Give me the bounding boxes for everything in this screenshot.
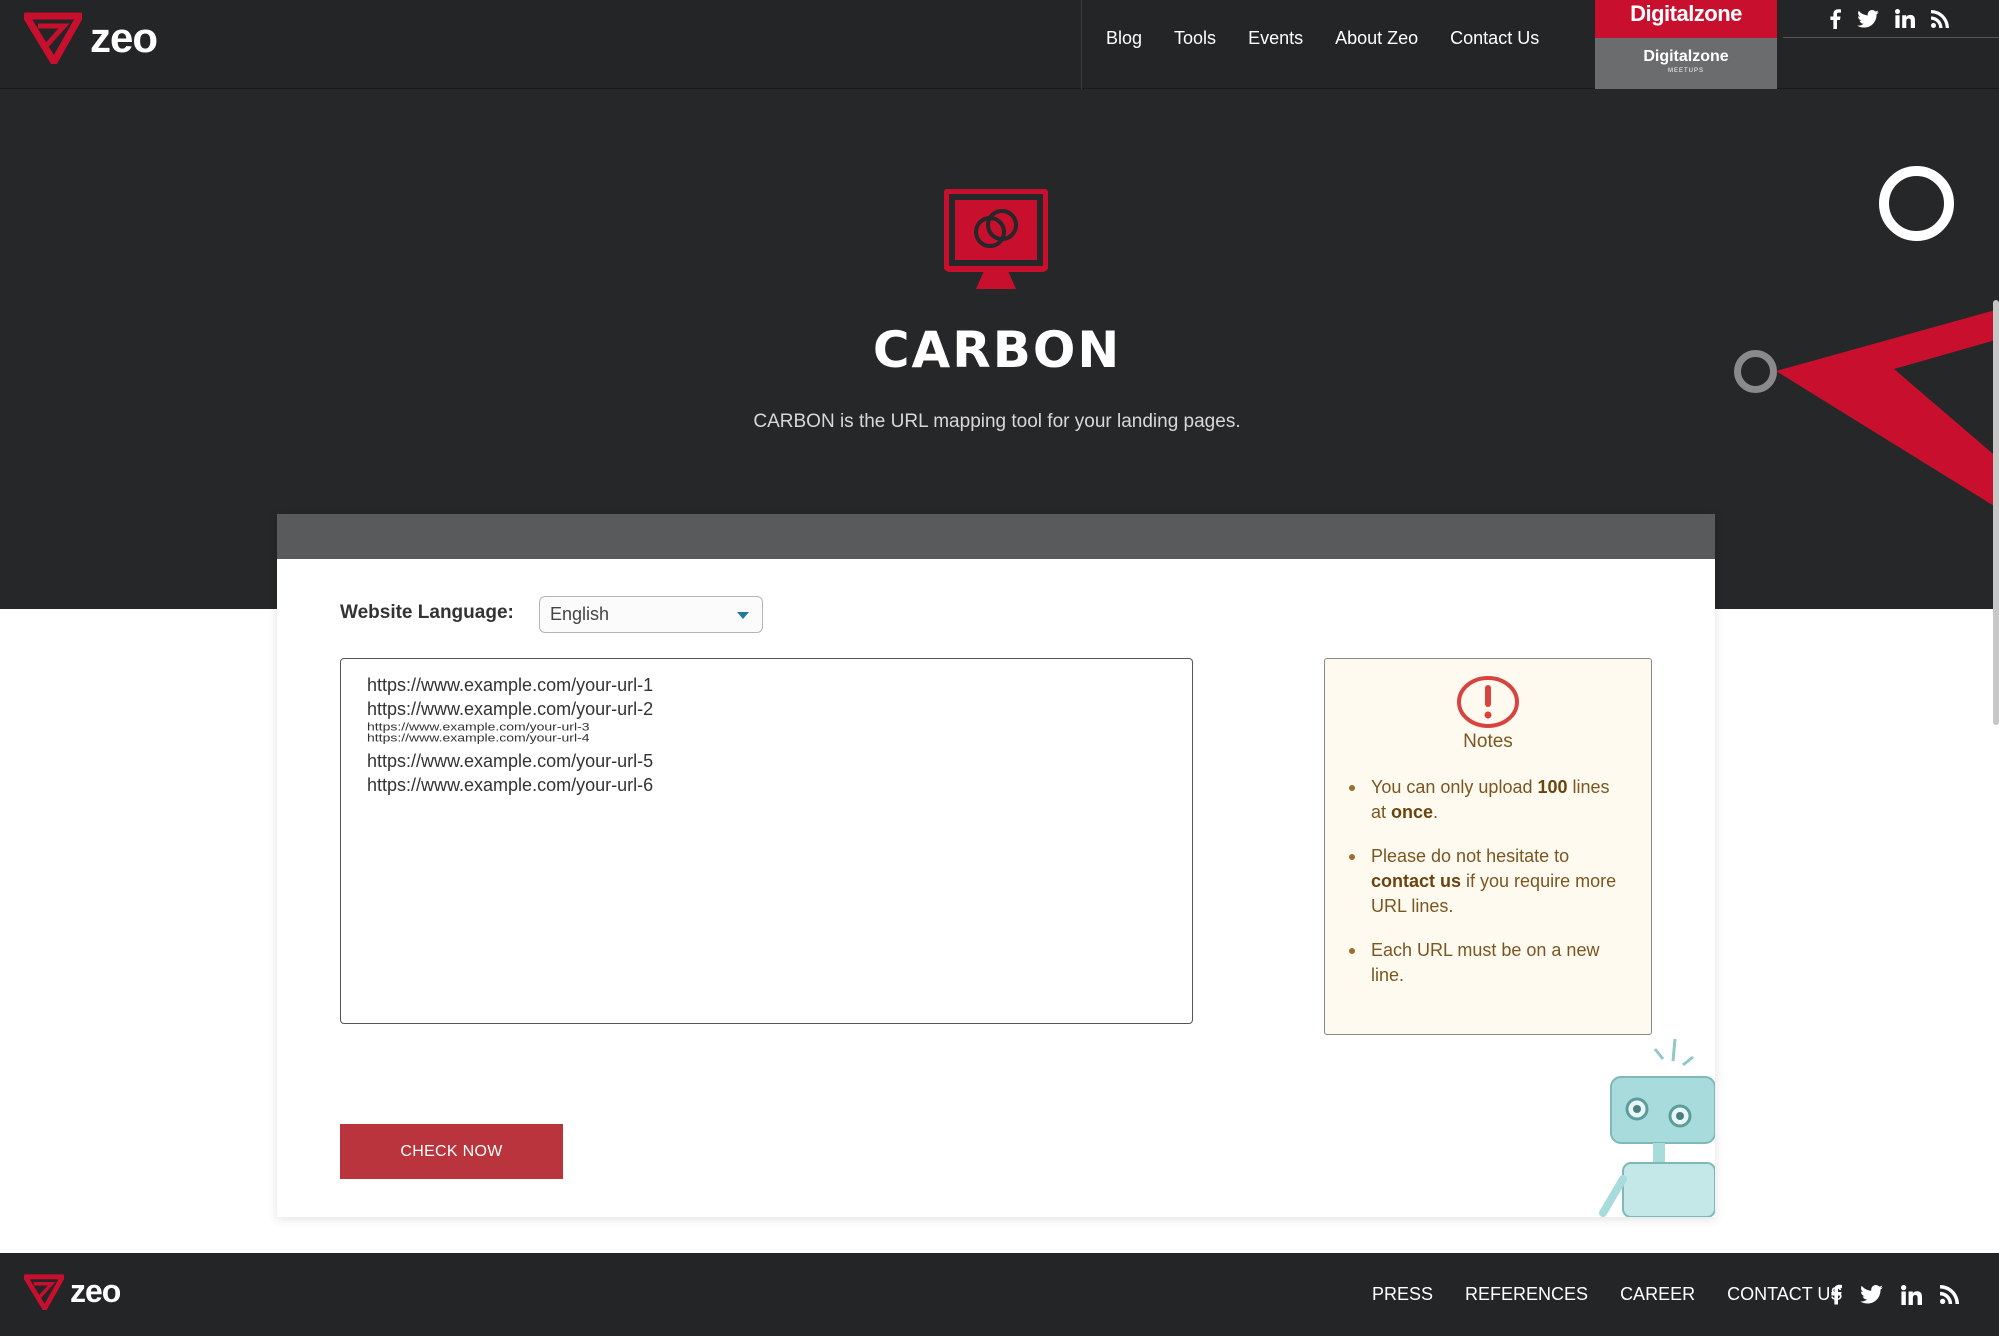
top-navbar: zeo Blog Tools Events About Zeo Contact … <box>0 0 1999 89</box>
contact-us-link[interactable]: contact us <box>1371 871 1461 891</box>
main-nav: Blog Tools Events About Zeo Contact Us <box>1106 0 1539 77</box>
page-title: CARBON <box>872 321 1122 379</box>
nav-tools[interactable]: Tools <box>1174 28 1216 49</box>
robot-illustration-icon <box>1599 1038 1715 1217</box>
notes-panel: Notes You can only upload 100 lines at o… <box>1324 658 1652 1035</box>
url-line: https://www.example.com/your-url-4 <box>367 731 590 744</box>
note-item: You can only upload 100 lines at once. <box>1347 775 1629 825</box>
nav-blog[interactable]: Blog <box>1106 28 1142 49</box>
twitter-icon[interactable] <box>1860 1285 1883 1304</box>
footer-nav-career[interactable]: CAREER <box>1620 1284 1695 1305</box>
card-header <box>277 514 1715 559</box>
notes-title: Notes <box>1463 731 1513 752</box>
url-line: https://www.example.com/your-url-5 <box>367 751 654 771</box>
url-line: https://www.example.com/your-url-1 <box>367 675 654 695</box>
linkedin-icon[interactable] <box>1901 1284 1922 1305</box>
header-social <box>1783 0 1999 38</box>
logo-text: zeo <box>90 14 158 61</box>
linkedin-icon[interactable] <box>1895 9 1915 28</box>
language-select-value: English <box>550 604 610 624</box>
zeo-logo[interactable]: zeo <box>24 12 158 64</box>
notes-list: You can only upload 100 lines at once. P… <box>1347 775 1629 988</box>
url-line: https://www.example.com/your-url-3 <box>367 720 590 733</box>
tool-card: Website Language: English https://www.ex… <box>277 514 1715 1217</box>
zeo-logo-mark-icon <box>24 12 82 64</box>
twitter-icon[interactable] <box>1857 9 1879 28</box>
footer-nav-references[interactable]: REFERENCES <box>1465 1284 1588 1305</box>
monitor-link-icon <box>944 189 1048 289</box>
language-select[interactable]: English <box>539 596 763 633</box>
footer: zeo PRESS REFERENCES CAREER CONTACT US <box>0 1253 1999 1336</box>
rss-icon[interactable] <box>1940 1285 1959 1304</box>
nav-contact-us[interactable]: Contact Us <box>1450 28 1539 49</box>
nav-divider <box>1081 0 1082 89</box>
digitalzone-meetups-small: MEETUPS <box>1667 68 1704 74</box>
digitalzone-box: Digitalzone Digitalzone MEETUPS <box>1595 0 1777 89</box>
footer-nav-press[interactable]: PRESS <box>1372 1284 1433 1305</box>
page-scrollbar[interactable] <box>1993 300 1999 725</box>
digitalzone-meetups-text: Digitalzone <box>1643 48 1729 65</box>
footer-social <box>1830 1253 1959 1336</box>
page-subtitle: CARBON is the URL mapping tool for your … <box>753 411 1241 432</box>
url-line: https://www.example.com/your-url-2 <box>367 699 654 719</box>
digitalzone-meetups-link[interactable]: Digitalzone MEETUPS <box>1595 38 1777 89</box>
rss-icon[interactable] <box>1931 9 1949 28</box>
note-item: Please do not hesitate to contact us if … <box>1347 844 1629 919</box>
note-item: Each URL must be on a new line. <box>1347 938 1629 988</box>
check-now-button[interactable]: CHECK NOW <box>340 1124 563 1179</box>
chevron-down-icon <box>737 612 749 619</box>
language-label: Website Language: <box>340 602 514 623</box>
url-line: https://www.example.com/your-url-6 <box>367 775 654 795</box>
url-textarea[interactable]: https://www.example.com/your-url-1 https… <box>340 658 1193 1024</box>
facebook-icon[interactable] <box>1829 8 1841 29</box>
nav-events[interactable]: Events <box>1248 28 1303 49</box>
digitalzone-link[interactable]: Digitalzone <box>1595 0 1777 38</box>
footer-logo-text: zeo <box>70 1273 121 1309</box>
zeo-logo-mark-icon <box>24 1273 64 1310</box>
nav-about-zeo[interactable]: About Zeo <box>1335 28 1418 49</box>
facebook-icon[interactable] <box>1830 1284 1842 1305</box>
footer-nav: PRESS REFERENCES CAREER CONTACT US <box>1372 1253 1842 1336</box>
footer-nav-contact-us[interactable]: CONTACT US <box>1727 1284 1842 1305</box>
exclamation-icon <box>1457 676 1519 728</box>
footer-zeo-logo[interactable]: zeo <box>24 1273 121 1310</box>
